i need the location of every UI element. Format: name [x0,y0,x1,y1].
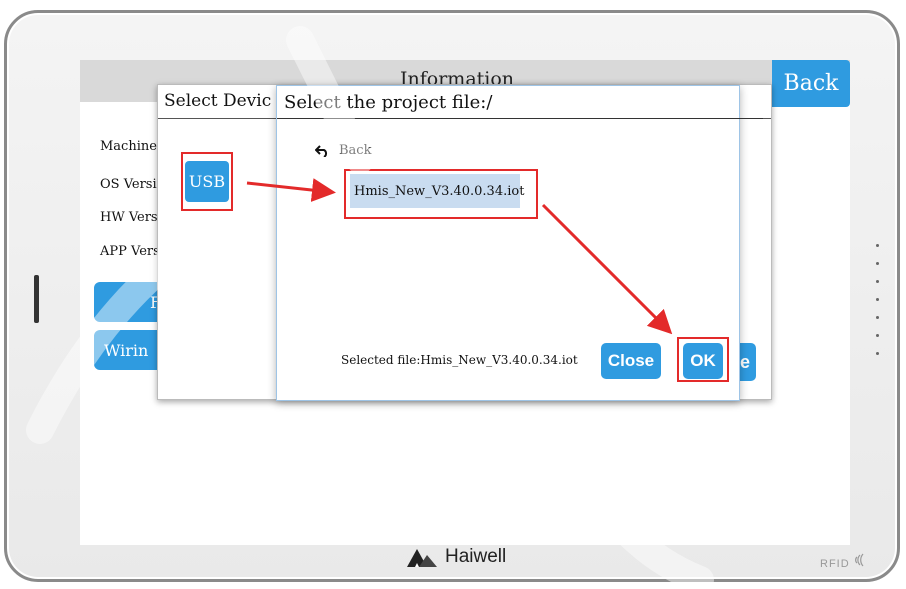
info-row-app-version: APP Vers [100,244,160,259]
project-dialog-divider [277,118,763,119]
ok-button[interactable]: OK [683,343,723,379]
project-dialog-title: Select the project file:/ [284,92,493,113]
rfid-text: RFID [820,558,850,570]
rfid-label: RFID [820,553,868,570]
speaker-dots [876,244,880,364]
info-row-hw-version: HW Versi [100,210,162,225]
brand-name: Haiwell [445,546,507,567]
folder-back-label: Back [339,143,372,158]
close-button[interactable]: Close [601,343,661,379]
file-list-item[interactable]: Hmis_New_V3.40.0.34.iot [350,174,524,208]
back-button[interactable]: Back [772,60,850,107]
rfid-wave-icon [854,553,864,567]
info-row-os-version: OS Versi [100,177,157,192]
haiwell-logo-icon [407,549,437,567]
side-slot [34,275,39,323]
select-device-title: Select Devic [164,91,272,111]
folder-back-link[interactable]: Back [315,143,371,158]
back-arrow-icon [315,144,328,157]
brand-label: Haiwell [405,546,506,568]
selected-file-text: Selected file:Hmis_New_V3.40.0.34.iot [341,353,578,367]
project-file-dialog: Select the project file:/ Back Hmis_New_… [276,85,763,401]
info-row-machine: Machine [100,139,157,154]
usb-button[interactable]: USB [185,161,229,202]
